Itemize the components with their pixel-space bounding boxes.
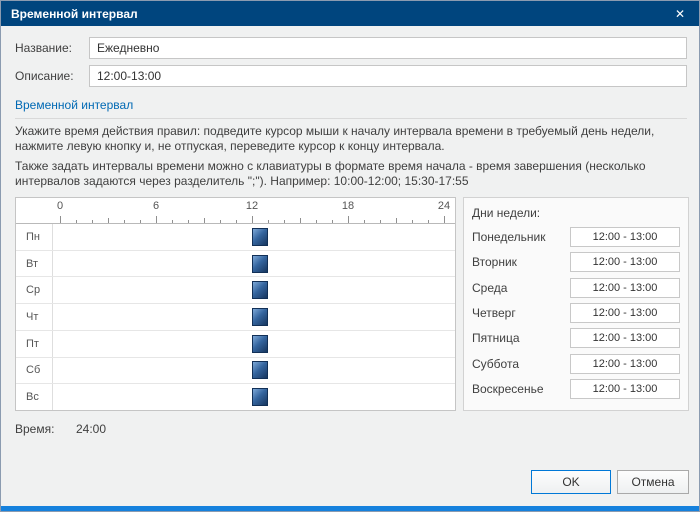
axis-tick [332, 220, 333, 223]
ok-button[interactable]: OK [531, 470, 611, 494]
window-title: Временной интервал [11, 6, 138, 21]
day-name-label: Воскресенье [472, 382, 544, 397]
day-interval-row: Среда 12:00 - 13:00 [472, 275, 680, 300]
axis-tick [252, 216, 253, 223]
day-interval-row: Суббота 12:00 - 13:00 [472, 351, 680, 376]
time-interval-block[interactable] [252, 254, 268, 273]
axis-tick [236, 220, 237, 223]
grid-day-label: Пт [26, 337, 39, 350]
time-label: Время: [15, 422, 55, 436]
day-interval-value[interactable]: 12:00 - 13:00 [570, 226, 680, 247]
grid-day-row[interactable]: Ср [16, 277, 455, 305]
grid-rows: Пн Вт Ср Чт Пт Сб Вс [16, 224, 455, 410]
grid-day-row[interactable]: Вт [16, 251, 455, 278]
axis-tick [380, 220, 381, 223]
time-interval-block[interactable] [252, 227, 268, 246]
axis-tick [156, 216, 157, 223]
axis-tick [284, 220, 285, 223]
axis-tick [204, 218, 205, 223]
total-time-row: Время: 24:00 [15, 422, 106, 436]
time-interval-block[interactable] [252, 361, 268, 380]
grid-day-label: Вт [26, 257, 39, 270]
axis-tick [364, 220, 365, 223]
time-interval-dialog: Временной интервал ✕ Название: Описание:… [0, 0, 700, 512]
bottom-accent-strip [1, 506, 699, 511]
hour-label: 18 [341, 200, 355, 212]
day-name-label: Суббота [472, 356, 519, 371]
axis-tick [92, 220, 93, 223]
time-grid[interactable]: 0 6 12 18 24 Пн Вт Ср Чт Пт Сб Вс [15, 197, 456, 411]
axis-tick [396, 218, 397, 223]
axis-tick [268, 220, 269, 223]
axis-tick [428, 220, 429, 223]
day-name-label: Пятница [472, 331, 520, 346]
day-interval-row: Пятница 12:00 - 13:00 [472, 326, 680, 351]
axis-tick [412, 220, 413, 223]
close-icon[interactable]: ✕ [671, 7, 689, 21]
grid-day-row[interactable]: Вс [16, 384, 455, 410]
time-interval-block[interactable] [252, 308, 268, 327]
time-axis: 0 6 12 18 24 [16, 198, 455, 224]
grid-day-label: Вс [26, 391, 39, 404]
title-bar: Временной интервал ✕ [1, 1, 699, 26]
name-input[interactable] [89, 37, 687, 59]
time-interval-block[interactable] [252, 388, 268, 407]
axis-tick [108, 218, 109, 223]
cancel-button[interactable]: Отмена [617, 470, 689, 494]
time-value: 24:00 [76, 422, 107, 436]
day-name-label: Четверг [472, 305, 516, 320]
axis-tick [348, 216, 349, 223]
section-header: Временной интервал [15, 98, 687, 119]
axis-tick [60, 216, 61, 223]
axis-tick [76, 220, 77, 223]
day-interval-value[interactable]: 12:00 - 13:00 [570, 252, 680, 273]
description-input[interactable] [89, 65, 687, 87]
day-interval-value[interactable]: 12:00 - 13:00 [570, 302, 680, 323]
name-row: Название: [15, 37, 687, 59]
instructions: Укажите время действия правил: подведите… [15, 124, 687, 189]
hour-label: 12 [245, 200, 259, 212]
axis-tick [316, 220, 317, 223]
day-interval-row: Воскресенье 12:00 - 13:00 [472, 377, 680, 402]
section-title: Временной интервал [15, 98, 134, 112]
day-interval-row: Вторник 12:00 - 13:00 [472, 249, 680, 274]
grid-day-label: Сб [26, 364, 41, 377]
days-panel-title: Дни недели: [472, 206, 541, 220]
axis-tick [188, 220, 189, 223]
axis-tick [140, 220, 141, 223]
axis-tick [220, 220, 221, 223]
day-name-label: Среда [472, 280, 508, 295]
grid-day-row[interactable]: Сб [16, 358, 455, 385]
axis-tick [124, 220, 125, 223]
hour-label: 24 [437, 200, 451, 212]
axis-tick [172, 220, 173, 223]
grid-day-label: Чт [26, 311, 39, 324]
time-interval-block[interactable] [252, 281, 268, 300]
day-name-label: Понедельник [472, 229, 546, 244]
instruction-paragraph-1: Укажите время действия правил: подведите… [15, 124, 655, 153]
hour-label: 0 [56, 200, 64, 212]
grid-day-row[interactable]: Чт [16, 304, 455, 331]
hour-label: 6 [152, 200, 160, 212]
day-name-label: Вторник [472, 255, 517, 270]
grid-day-label: Пн [26, 230, 40, 243]
day-interval-row: Понедельник 12:00 - 13:00 [472, 224, 680, 249]
days-panel-rows: Понедельник 12:00 - 13:00 Вторник 12:00 - 1… [472, 224, 680, 402]
grid-day-row[interactable]: Пн [16, 224, 455, 251]
day-interval-value[interactable]: 12:00 - 13:00 [570, 379, 680, 400]
description-row: Описание: [15, 65, 687, 87]
axis-tick [300, 218, 301, 223]
name-label: Название: [15, 41, 72, 55]
description-label: Описание: [15, 69, 74, 83]
time-interval-block[interactable] [252, 334, 268, 353]
day-interval-value[interactable]: 12:00 - 13:00 [570, 277, 680, 298]
day-interval-value[interactable]: 12:00 - 13:00 [570, 353, 680, 374]
day-interval-value[interactable]: 12:00 - 13:00 [570, 328, 680, 349]
day-interval-row: Четверг 12:00 - 13:00 [472, 300, 680, 325]
grid-day-row[interactable]: Пт [16, 331, 455, 358]
instruction-paragraph-2: Также задать интервалы времени можно с к… [15, 159, 646, 188]
days-of-week-panel: Дни недели: Понедельник 12:00 - 13:00 Втор… [463, 197, 689, 411]
axis-tick [444, 216, 445, 223]
grid-day-label: Ср [26, 284, 41, 297]
